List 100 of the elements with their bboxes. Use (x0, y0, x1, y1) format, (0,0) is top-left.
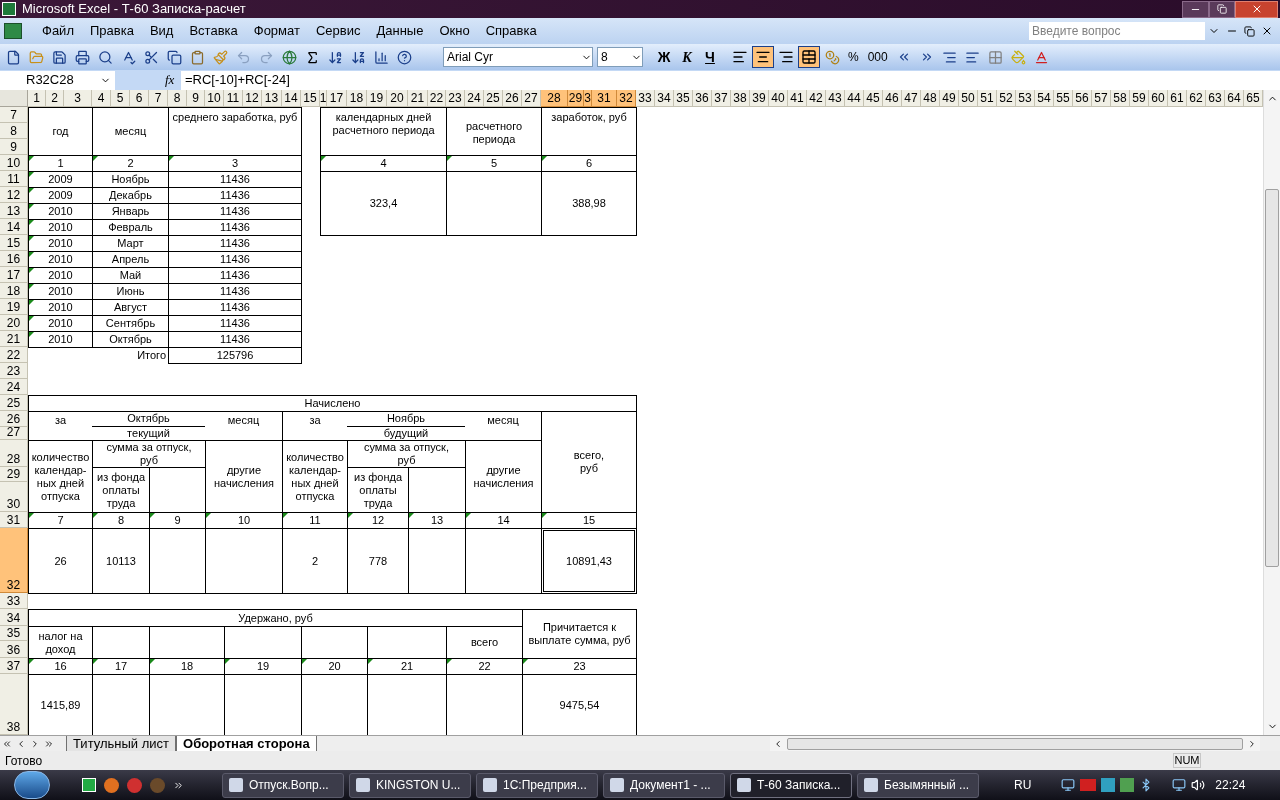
row-header[interactable]: 24 (0, 379, 28, 395)
column-header[interactable]: 60 (1149, 90, 1168, 107)
menu-item[interactable]: Данные (368, 21, 432, 41)
taskbar-button[interactable]: KINGSTON U... (349, 772, 471, 798)
menu-item[interactable]: Вставка (181, 21, 246, 41)
menu-item[interactable]: Правка (81, 21, 142, 41)
row-header[interactable]: 37 (0, 658, 28, 674)
column-header[interactable]: 51 (978, 90, 997, 107)
column-header[interactable]: 10 (205, 90, 224, 107)
row-header[interactable]: 11 (0, 171, 28, 187)
column-header[interactable]: 39 (750, 90, 769, 107)
column-header[interactable]: 6 (130, 90, 149, 107)
column-header[interactable]: 46 (883, 90, 902, 107)
font-style-button[interactable]: Ж (653, 46, 675, 68)
row-header[interactable]: 7 (0, 107, 28, 123)
column-header[interactable]: 11 (224, 90, 243, 107)
column-header[interactable]: 31 (592, 90, 617, 107)
row-header[interactable]: 32 (0, 528, 28, 593)
column-header[interactable]: 17 (327, 90, 347, 107)
sheet-tab[interactable]: Титульный лист (66, 735, 176, 752)
column-header[interactable]: 14 (282, 90, 301, 107)
name-box[interactable]: R32C28 (0, 70, 115, 90)
column-header[interactable]: 45 (864, 90, 883, 107)
row-header[interactable]: 19 (0, 299, 28, 315)
column-header[interactable]: 47 (902, 90, 921, 107)
scroll-thumb[interactable] (787, 737, 1243, 750)
row-header[interactable]: 23 (0, 363, 28, 379)
alignment-button[interactable] (798, 46, 820, 68)
column-header[interactable]: 49 (940, 90, 959, 107)
minimize-button[interactable] (1182, 0, 1209, 18)
menu-item[interactable]: Файл (34, 21, 82, 41)
column-header[interactable]: 29 (568, 90, 584, 107)
taskbar-button[interactable]: 1С:Предприя... (476, 772, 598, 798)
restore-icon[interactable] (1244, 25, 1255, 37)
column-header[interactable]: 50 (959, 90, 978, 107)
column-header[interactable]: 26 (503, 90, 522, 107)
column-header[interactable]: 48 (921, 90, 940, 107)
column-header[interactable]: 15 (301, 90, 320, 107)
column-header[interactable]: 3 (64, 90, 92, 107)
row-header[interactable]: 16 (0, 251, 28, 267)
column-header[interactable]: 64 (1225, 90, 1244, 107)
row-header[interactable]: 15 (0, 235, 28, 251)
column-header[interactable]: 32 (617, 90, 636, 107)
column-header[interactable]: 36 (693, 90, 712, 107)
horizontal-scrollbar[interactable] (770, 736, 1260, 751)
row-header[interactable]: 34 (0, 609, 28, 626)
row-header[interactable]: 25 (0, 395, 28, 411)
column-header[interactable]: 13 (262, 90, 282, 107)
network-icon[interactable] (1172, 778, 1187, 792)
row-header[interactable]: 17 (0, 267, 28, 283)
column-header[interactable]: 21 (408, 90, 428, 107)
row-header[interactable]: 28 (0, 440, 28, 467)
menu-item[interactable]: Окно (431, 21, 478, 41)
column-header[interactable]: 53 (1016, 90, 1035, 107)
row-header[interactable]: 26 (0, 411, 28, 427)
restore-button[interactable] (1209, 0, 1235, 18)
function-icon[interactable]: fx (165, 70, 181, 90)
row-header[interactable]: 18 (0, 283, 28, 299)
alignment-button[interactable] (752, 46, 774, 68)
row-header[interactable]: 20 (0, 315, 28, 331)
column-header[interactable]: 2 (46, 90, 64, 107)
column-header[interactable]: 58 (1111, 90, 1130, 107)
quick-launch-icon[interactable] (104, 777, 119, 793)
row-header[interactable]: 36 (0, 641, 28, 658)
menu-item[interactable]: Формат (245, 21, 308, 41)
column-header[interactable]: 22 (428, 90, 446, 107)
row-header[interactable]: 31 (0, 512, 28, 528)
row-header[interactable]: 14 (0, 219, 28, 235)
font-size-field[interactable]: 8 (597, 47, 643, 67)
formula-field[interactable]: =RC[-10]+RC[-24] (181, 70, 1280, 90)
quick-launch-icon[interactable] (127, 777, 142, 793)
column-header[interactable]: 61 (1168, 90, 1187, 107)
column-header[interactable]: 12 (243, 90, 262, 107)
column-header[interactable]: 28 (541, 90, 568, 107)
column-header[interactable]: 5 (111, 90, 130, 107)
row-header[interactable]: 9 (0, 139, 28, 155)
column-header[interactable]: 9 (187, 90, 205, 107)
column-header[interactable]: 33 (636, 90, 655, 107)
volume-icon[interactable] (1191, 778, 1206, 792)
start-button[interactable] (14, 771, 50, 799)
column-header[interactable]: 7 (149, 90, 168, 107)
taskbar-button[interactable]: Безымянный ... (857, 772, 979, 798)
column-header[interactable]: 40 (769, 90, 788, 107)
column-header[interactable]: 57 (1092, 90, 1111, 107)
clock[interactable]: 22:24 (1215, 776, 1246, 794)
sheet-tab[interactable]: Оборотная сторона (176, 735, 317, 752)
close-button[interactable] (1235, 0, 1278, 18)
tray-icon[interactable] (1101, 778, 1116, 792)
row-header[interactable]: 12 (0, 187, 28, 203)
row-header[interactable]: 22 (0, 347, 28, 363)
tray-icon[interactable] (1061, 778, 1076, 792)
column-header[interactable]: 55 (1054, 90, 1073, 107)
menu-item[interactable]: Вид (141, 21, 182, 41)
row-header[interactable]: 30 (0, 482, 28, 512)
font-style-button[interactable]: Ч (699, 46, 721, 68)
tray-icon[interactable] (1120, 778, 1135, 792)
row-header[interactable]: 38 (0, 674, 28, 735)
column-header[interactable]: 1 (28, 90, 46, 107)
row-header[interactable]: 21 (0, 331, 28, 347)
column-header[interactable]: 56 (1073, 90, 1092, 107)
